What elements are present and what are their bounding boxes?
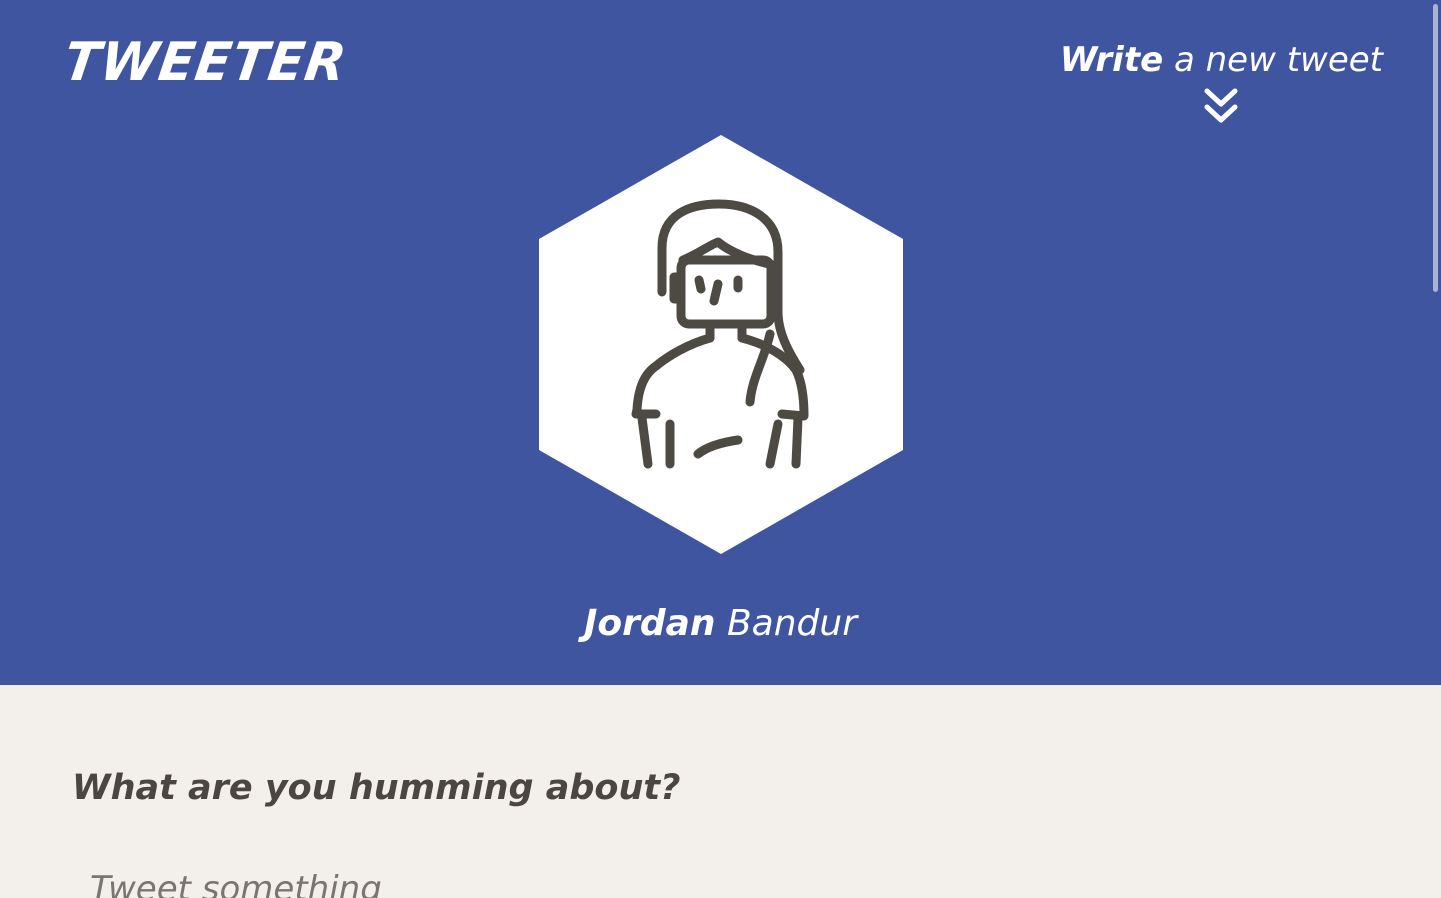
page: TWEETER Write a new tweet Jordan Bandur … [0, 0, 1441, 898]
user-avatar-icon [539, 135, 903, 554]
profile-first-name: Jordan [583, 603, 716, 644]
site-header: TWEETER Write a new tweet Jordan Bandur [0, 0, 1441, 685]
avatar [538, 134, 904, 555]
profile-name: Jordan Bandur [0, 606, 1441, 642]
write-new-tweet-button[interactable]: Write a new tweet [1059, 40, 1383, 125]
profile-last-name: Bandur [726, 603, 858, 644]
compose-section: What are you humming about? [0, 685, 1441, 898]
write-new-tweet-label: Write a new tweet [1059, 40, 1383, 80]
compose-heading: What are you humming about? [72, 768, 681, 808]
logo[interactable]: TWEETER [60, 32, 351, 93]
write-label-strong: Write [1059, 40, 1164, 80]
write-label-rest: a new tweet [1173, 40, 1383, 80]
page-scrollbar[interactable] [1429, 0, 1441, 898]
tweet-input[interactable] [72, 859, 1362, 898]
scrollbar-thumb[interactable] [1433, 4, 1438, 292]
double-chevron-down-icon [1204, 88, 1238, 123]
